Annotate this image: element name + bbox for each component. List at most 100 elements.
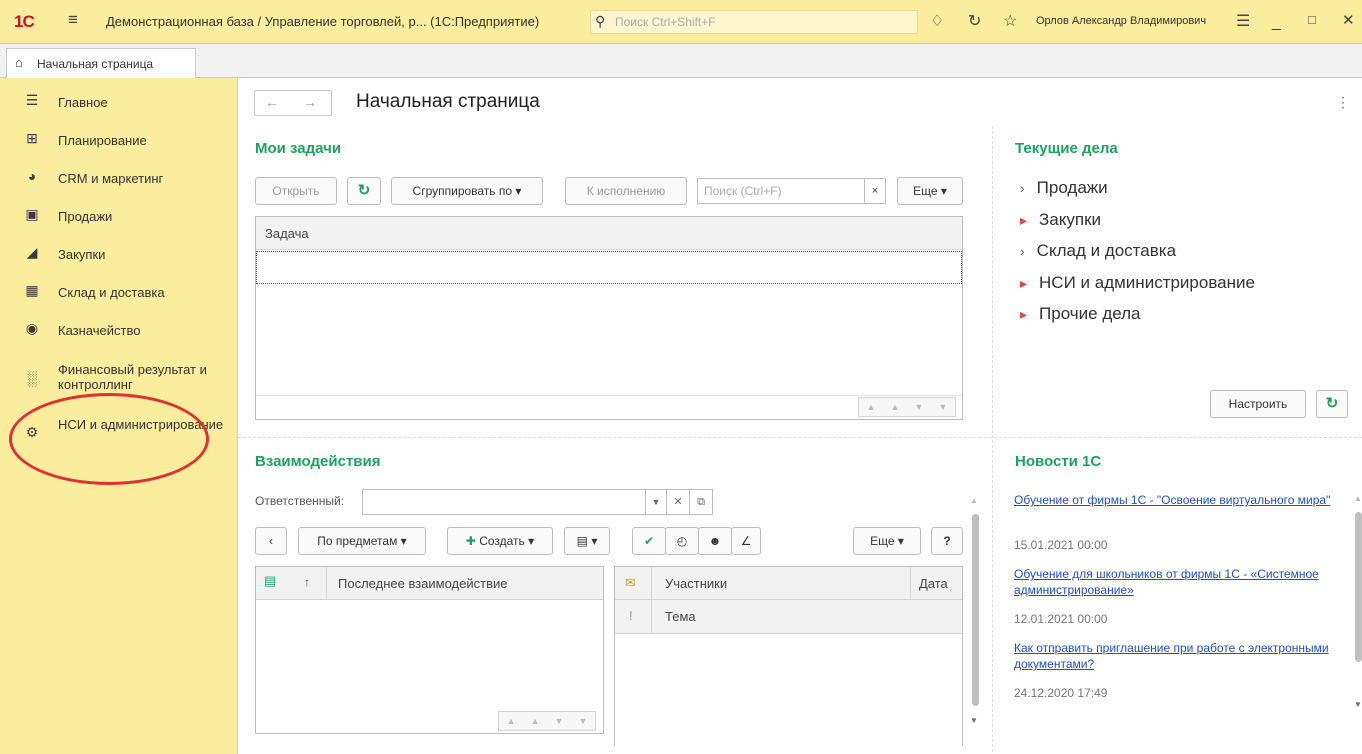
current-affairs-list: › Продажи ▸ Закупки › Склад и доставка ▸ НСИ… — [1020, 178, 1350, 338]
checkmark-icon[interactable]: ✔ — [632, 527, 666, 555]
table-row[interactable]: ! Тема — [615, 600, 962, 634]
global-search-input[interactable]: ⚲ Поиск Ctrl+Shift+F — [590, 10, 918, 34]
row-divider — [238, 437, 1362, 438]
sort-arrow-icon[interactable]: ↑ — [304, 575, 310, 589]
news-date-2: 12.01.2021 00:00 — [1014, 612, 1108, 626]
by-subjects-button[interactable]: По предметам ▾ — [298, 527, 426, 555]
document-actions-icon[interactable]: ▤ ▾ — [564, 527, 610, 555]
table-pager[interactable]: ▲ ▲ ▼ ▼ — [498, 711, 596, 731]
refresh-icon[interactable]: ↻ — [1316, 390, 1348, 418]
favorites-star-icon[interactable]: ☆ — [1003, 11, 1017, 31]
main-menu-icon[interactable]: ≡ — [68, 10, 78, 30]
person-icon[interactable]: ☻ — [698, 527, 732, 555]
table-row[interactable] — [256, 251, 962, 284]
current-item-other[interactable]: ▸ Прочие дела — [1020, 304, 1141, 324]
prev-page-icon[interactable]: ▲ — [523, 712, 547, 730]
scroll-down-icon[interactable]: ▼ — [1354, 700, 1362, 709]
bar-chart-icon: ░ — [27, 370, 37, 386]
angle-icon[interactable]: ∠ — [731, 527, 761, 555]
back-arrow-icon[interactable]: ← — [265, 94, 279, 110]
app-logo: 1С — [14, 12, 35, 31]
current-item-purchases[interactable]: ▸ Закупки — [1020, 210, 1101, 230]
open-button[interactable]: Открыть — [255, 177, 337, 205]
close-icon[interactable]: ✕ — [1342, 11, 1355, 29]
tab-home[interactable]: ⌂ Начальная страница — [6, 48, 196, 78]
column-header-last-interaction[interactable]: Последнее взаимодействие — [338, 576, 507, 591]
tasks-more-button[interactable]: Еще ▾ — [897, 177, 963, 205]
interactions-table[interactable]: ✉ Участники Дата ! Тема — [614, 566, 963, 746]
chevron-down-icon: ▾ — [897, 534, 904, 548]
help-button[interactable]: ? — [931, 527, 963, 555]
scroll-up-icon[interactable]: ▲ — [1354, 494, 1362, 503]
settings-menu-icon[interactable]: ☰ — [1236, 11, 1250, 31]
current-item-sales[interactable]: › Продажи — [1020, 178, 1108, 198]
sidebar-item-purchases[interactable]: ◢ Закупки — [0, 238, 238, 270]
sidebar-item-crm[interactable]: ◕ CRM и маркетинг — [0, 162, 238, 194]
minimize-icon[interactable]: _ — [1272, 14, 1281, 32]
first-page-icon[interactable]: ▲ — [499, 712, 523, 730]
triangle-right-icon: ▸ — [1020, 306, 1028, 322]
scroll-up-icon[interactable]: ▲ — [970, 496, 978, 505]
open-value-icon[interactable]: ⧉ — [689, 489, 713, 515]
cart-icon: ◢ — [26, 244, 38, 260]
column-header-participants[interactable]: Участники — [665, 576, 727, 591]
refresh-icon[interactable]: ↻ — [347, 177, 381, 205]
column-header-date[interactable]: Дата — [919, 576, 948, 591]
user-name[interactable]: Орлов Александр Владимирович — [1036, 15, 1206, 27]
search-icon: ⚲ — [595, 13, 606, 29]
next-page-icon[interactable]: ▼ — [907, 398, 931, 416]
highlight-oval — [9, 393, 209, 485]
chevron-down-icon: ▾ — [528, 534, 535, 548]
responsible-label: Ответственный: — [255, 494, 345, 508]
tasks-table[interactable]: Задача ▲ ▲ ▼ ▼ — [255, 216, 963, 420]
sidebar-item-label: Закупки — [58, 247, 106, 262]
history-icon[interactable]: ↻ — [968, 11, 981, 31]
window-title: Демонстрационная база / Управление торго… — [106, 14, 540, 29]
scrollbar-thumb[interactable] — [1355, 512, 1362, 662]
notes-icon: ▤ — [264, 573, 277, 588]
last-page-icon[interactable]: ▼ — [571, 712, 595, 730]
to-execute-button[interactable]: К исполнению — [565, 177, 687, 205]
create-label: Создать — [479, 534, 525, 548]
forward-arrow-icon[interactable]: → — [303, 94, 317, 110]
clear-search-button[interactable]: × — [864, 178, 886, 204]
collapse-left-icon[interactable]: ‹ — [255, 527, 287, 555]
sidebar-item-planning[interactable]: ⊞ Планирование — [0, 124, 238, 156]
sidebar-item-main[interactable]: ☰ Главное — [0, 86, 238, 118]
interactions-table-header: ✉ Участники Дата — [615, 567, 962, 600]
sidebar-item-sales[interactable]: ▣ Продажи — [0, 200, 238, 232]
table-pager[interactable]: ▲ ▲ ▼ ▼ — [858, 397, 956, 417]
tasks-table-header: Задача — [256, 217, 962, 250]
importance-icon: ! — [629, 608, 633, 623]
first-page-icon[interactable]: ▲ — [859, 398, 883, 416]
configure-button[interactable]: Настроить — [1210, 390, 1306, 418]
maximize-icon[interactable]: □ — [1308, 12, 1316, 27]
sidebar-item-warehouse[interactable]: ▦ Склад и доставка — [0, 276, 238, 308]
interactions-more-button[interactable]: Еще ▾ — [853, 527, 921, 555]
scroll-down-icon[interactable]: ▼ — [970, 716, 978, 725]
subjects-table[interactable]: ▤ ↑ Последнее взаимодействие ▲ ▲ ▼ ▼ — [255, 566, 604, 734]
group-by-button[interactable]: Сгруппировать по ▾ — [391, 177, 543, 205]
tasks-search-input[interactable]: Поиск (Ctrl+F) — [697, 178, 885, 204]
document-clock-icon[interactable]: ◴ — [665, 527, 699, 555]
current-item-warehouse[interactable]: › Склад и доставка — [1020, 241, 1176, 261]
chevron-down-icon[interactable]: ▼ — [645, 489, 667, 515]
sidebar-item-treasury[interactable]: ◉ Казначейство — [0, 314, 238, 346]
last-page-icon[interactable]: ▼ — [931, 398, 955, 416]
news-link-3[interactable]: Как отправить приглашение при работе с э… — [1014, 640, 1348, 672]
prev-page-icon[interactable]: ▲ — [883, 398, 907, 416]
scrollbar-thumb[interactable] — [972, 514, 979, 706]
news-date-1: 15.01.2021 00:00 — [1014, 538, 1108, 552]
more-vertical-icon[interactable]: ⋮ — [1336, 94, 1350, 111]
clear-icon[interactable]: ✕ — [666, 489, 690, 515]
next-page-icon[interactable]: ▼ — [547, 712, 571, 730]
news-link-1[interactable]: Обучение от фирмы 1С - "Освоение виртуал… — [1014, 492, 1348, 508]
column-header-task[interactable]: Задача — [265, 226, 309, 241]
responsible-field[interactable] — [362, 489, 646, 515]
sidebar-item-finance[interactable]: ░ Финансовый результат и контроллинг — [0, 360, 238, 396]
coin-icon: ◉ — [25, 320, 39, 336]
create-button[interactable]: ✚ Создать ▾ — [447, 527, 553, 555]
bell-icon[interactable]: ♢ — [930, 11, 944, 31]
news-link-2[interactable]: Обучение для школьников от фирмы 1С - «С… — [1014, 566, 1348, 598]
current-item-admin[interactable]: ▸ НСИ и администрирование — [1020, 273, 1255, 293]
